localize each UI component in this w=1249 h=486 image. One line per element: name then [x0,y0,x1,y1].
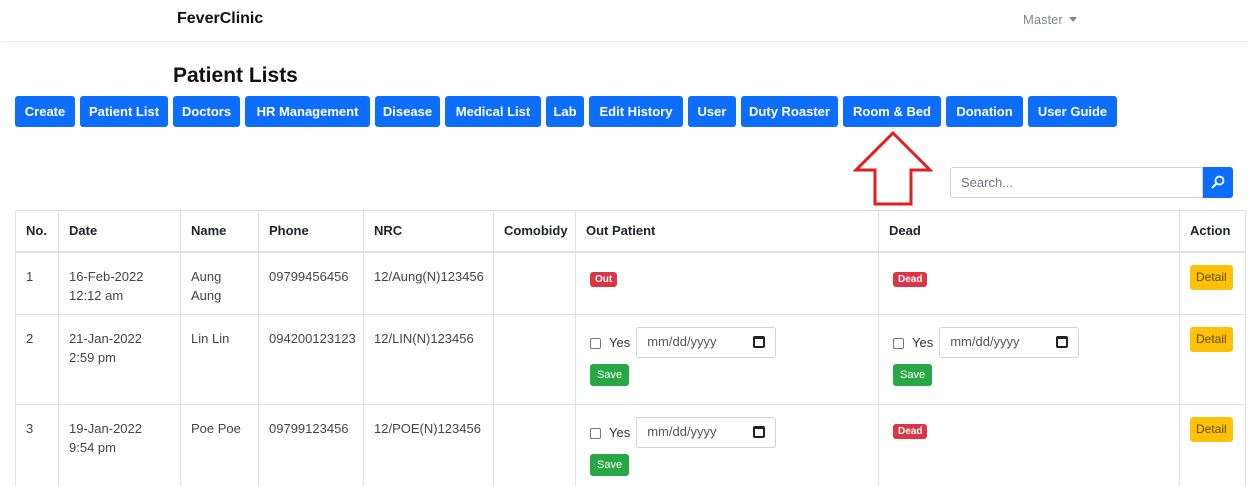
date-placeholder: mm/dd/yyyy [647,424,717,440]
detail-button[interactable]: Detail [1190,416,1233,442]
out-badge: Out [590,271,618,287]
cell-name: Lin Lin [180,314,259,405]
arrow-up-icon [853,130,933,206]
calendar-icon[interactable] [753,336,766,348]
column-header-nrc[interactable]: NRC [363,210,494,253]
doctors-button[interactable]: Doctors [173,96,240,127]
cell-no: 2 [15,314,59,405]
cell-comobidy [493,314,576,405]
hr-management-button[interactable]: HR Management [245,96,370,127]
brand-logo[interactable]: FeverClinic [177,10,263,28]
column-header-date[interactable]: Date [58,210,181,253]
cell-date: 21-Jan-2022 2:59 pm [58,314,181,405]
table-row: 3 19-Jan-2022 9:54 pm Poe Poe 0979912345… [15,404,1246,486]
navbar: FeverClinic Master [0,0,1249,42]
calendar-icon[interactable] [753,426,766,438]
caret-down-icon [1068,17,1077,22]
cell-date: 16-Feb-2022 12:12 am [58,251,181,315]
cell-phone: 09799456456 [258,251,364,315]
dead-badge: Dead [893,271,928,287]
cell-name: Aung Aung [180,251,259,315]
cell-comobidy [493,251,576,315]
search-button[interactable] [1203,167,1233,198]
table-row: 2 21-Jan-2022 2:59 pm Lin Lin 0942001231… [15,314,1246,405]
patient-table: No. Date Name Phone NRC Comobidy Out Pat… [15,210,1246,486]
cell-phone: 094200123123 [258,314,364,405]
room-bed-button[interactable]: Room & Bed [843,96,941,127]
cell-nrc: 12/POE(N)123456 [363,404,494,486]
column-header-no[interactable]: No. [15,210,59,253]
cell-action: Detail [1179,314,1246,405]
user-guide-button[interactable]: User Guide [1028,96,1117,127]
cell-action: Detail [1179,404,1246,486]
cell-dead: Yes mm/dd/yyyy Save [878,314,1180,405]
search-input[interactable] [950,167,1203,198]
out-patient-checkbox[interactable] [590,337,601,349]
date-placeholder: mm/dd/yyyy [647,334,717,350]
cell-out-patient: Out [575,251,879,315]
out-patient-yes-label: Yes [609,335,631,351]
date-placeholder: mm/dd/yyyy [950,334,1020,350]
out-patient-yes-label: Yes [609,425,631,441]
dead-date-input[interactable]: mm/dd/yyyy [939,326,1080,358]
column-header-out-patient[interactable]: Out Patient [575,210,879,253]
out-patient-date-input[interactable]: mm/dd/yyyy [636,416,777,448]
cell-out-patient: Yes mm/dd/yyyy Save [575,314,879,405]
cell-dead: Dead [878,404,1180,486]
column-header-action[interactable]: Action [1179,210,1246,253]
out-patient-date-input[interactable]: mm/dd/yyyy [636,326,777,358]
cell-no: 1 [15,251,59,315]
lab-button[interactable]: Lab [546,96,584,127]
cell-nrc: 12/Aung(N)123456 [363,251,494,315]
table-header-row: No. Date Name Phone NRC Comobidy Out Pat… [15,210,1246,253]
donation-button[interactable]: Donation [946,96,1023,127]
patient-list-button[interactable]: Patient List [80,96,168,127]
duty-roaster-button[interactable]: Duty Roaster [741,96,838,127]
cell-phone: 09799123456 [258,404,364,486]
dead-yes-label: Yes [912,335,934,351]
create-button[interactable]: Create [15,96,75,127]
detail-button[interactable]: Detail [1190,264,1233,290]
dead-checkbox[interactable] [893,337,904,349]
column-header-comobidy[interactable]: Comobidy [493,210,576,253]
disease-button[interactable]: Disease [375,96,440,127]
table-row: 1 16-Feb-2022 12:12 am Aung Aung 0979945… [15,251,1246,315]
page-title: Patient Lists [173,64,298,87]
column-header-dead[interactable]: Dead [878,210,1180,253]
calendar-icon[interactable] [1056,336,1069,348]
user-menu-label: Master [1023,12,1063,27]
cell-out-patient: Yes mm/dd/yyyy Save [575,404,879,486]
cell-name: Poe Poe [180,404,259,486]
out-patient-save-button[interactable]: Save [590,363,630,386]
detail-button[interactable]: Detail [1190,326,1233,352]
cell-date: 19-Jan-2022 9:54 pm [58,404,181,486]
edit-history-button[interactable]: Edit History [589,96,683,127]
search-icon [1211,175,1225,189]
cell-dead: Dead [878,251,1180,315]
dead-save-button[interactable]: Save [893,363,933,386]
cell-no: 3 [15,404,59,486]
dead-badge: Dead [893,423,928,439]
cell-nrc: 12/LIN(N)123456 [363,314,494,405]
out-patient-save-button[interactable]: Save [590,453,630,476]
cell-action: Detail [1179,251,1246,315]
user-menu-dropdown[interactable]: Master [1023,12,1077,27]
cell-comobidy [493,404,576,486]
column-header-name[interactable]: Name [180,210,259,253]
user-button[interactable]: User [688,96,736,127]
medical-list-button[interactable]: Medical List [445,96,541,127]
column-header-phone[interactable]: Phone [258,210,364,253]
out-patient-checkbox[interactable] [590,427,601,439]
